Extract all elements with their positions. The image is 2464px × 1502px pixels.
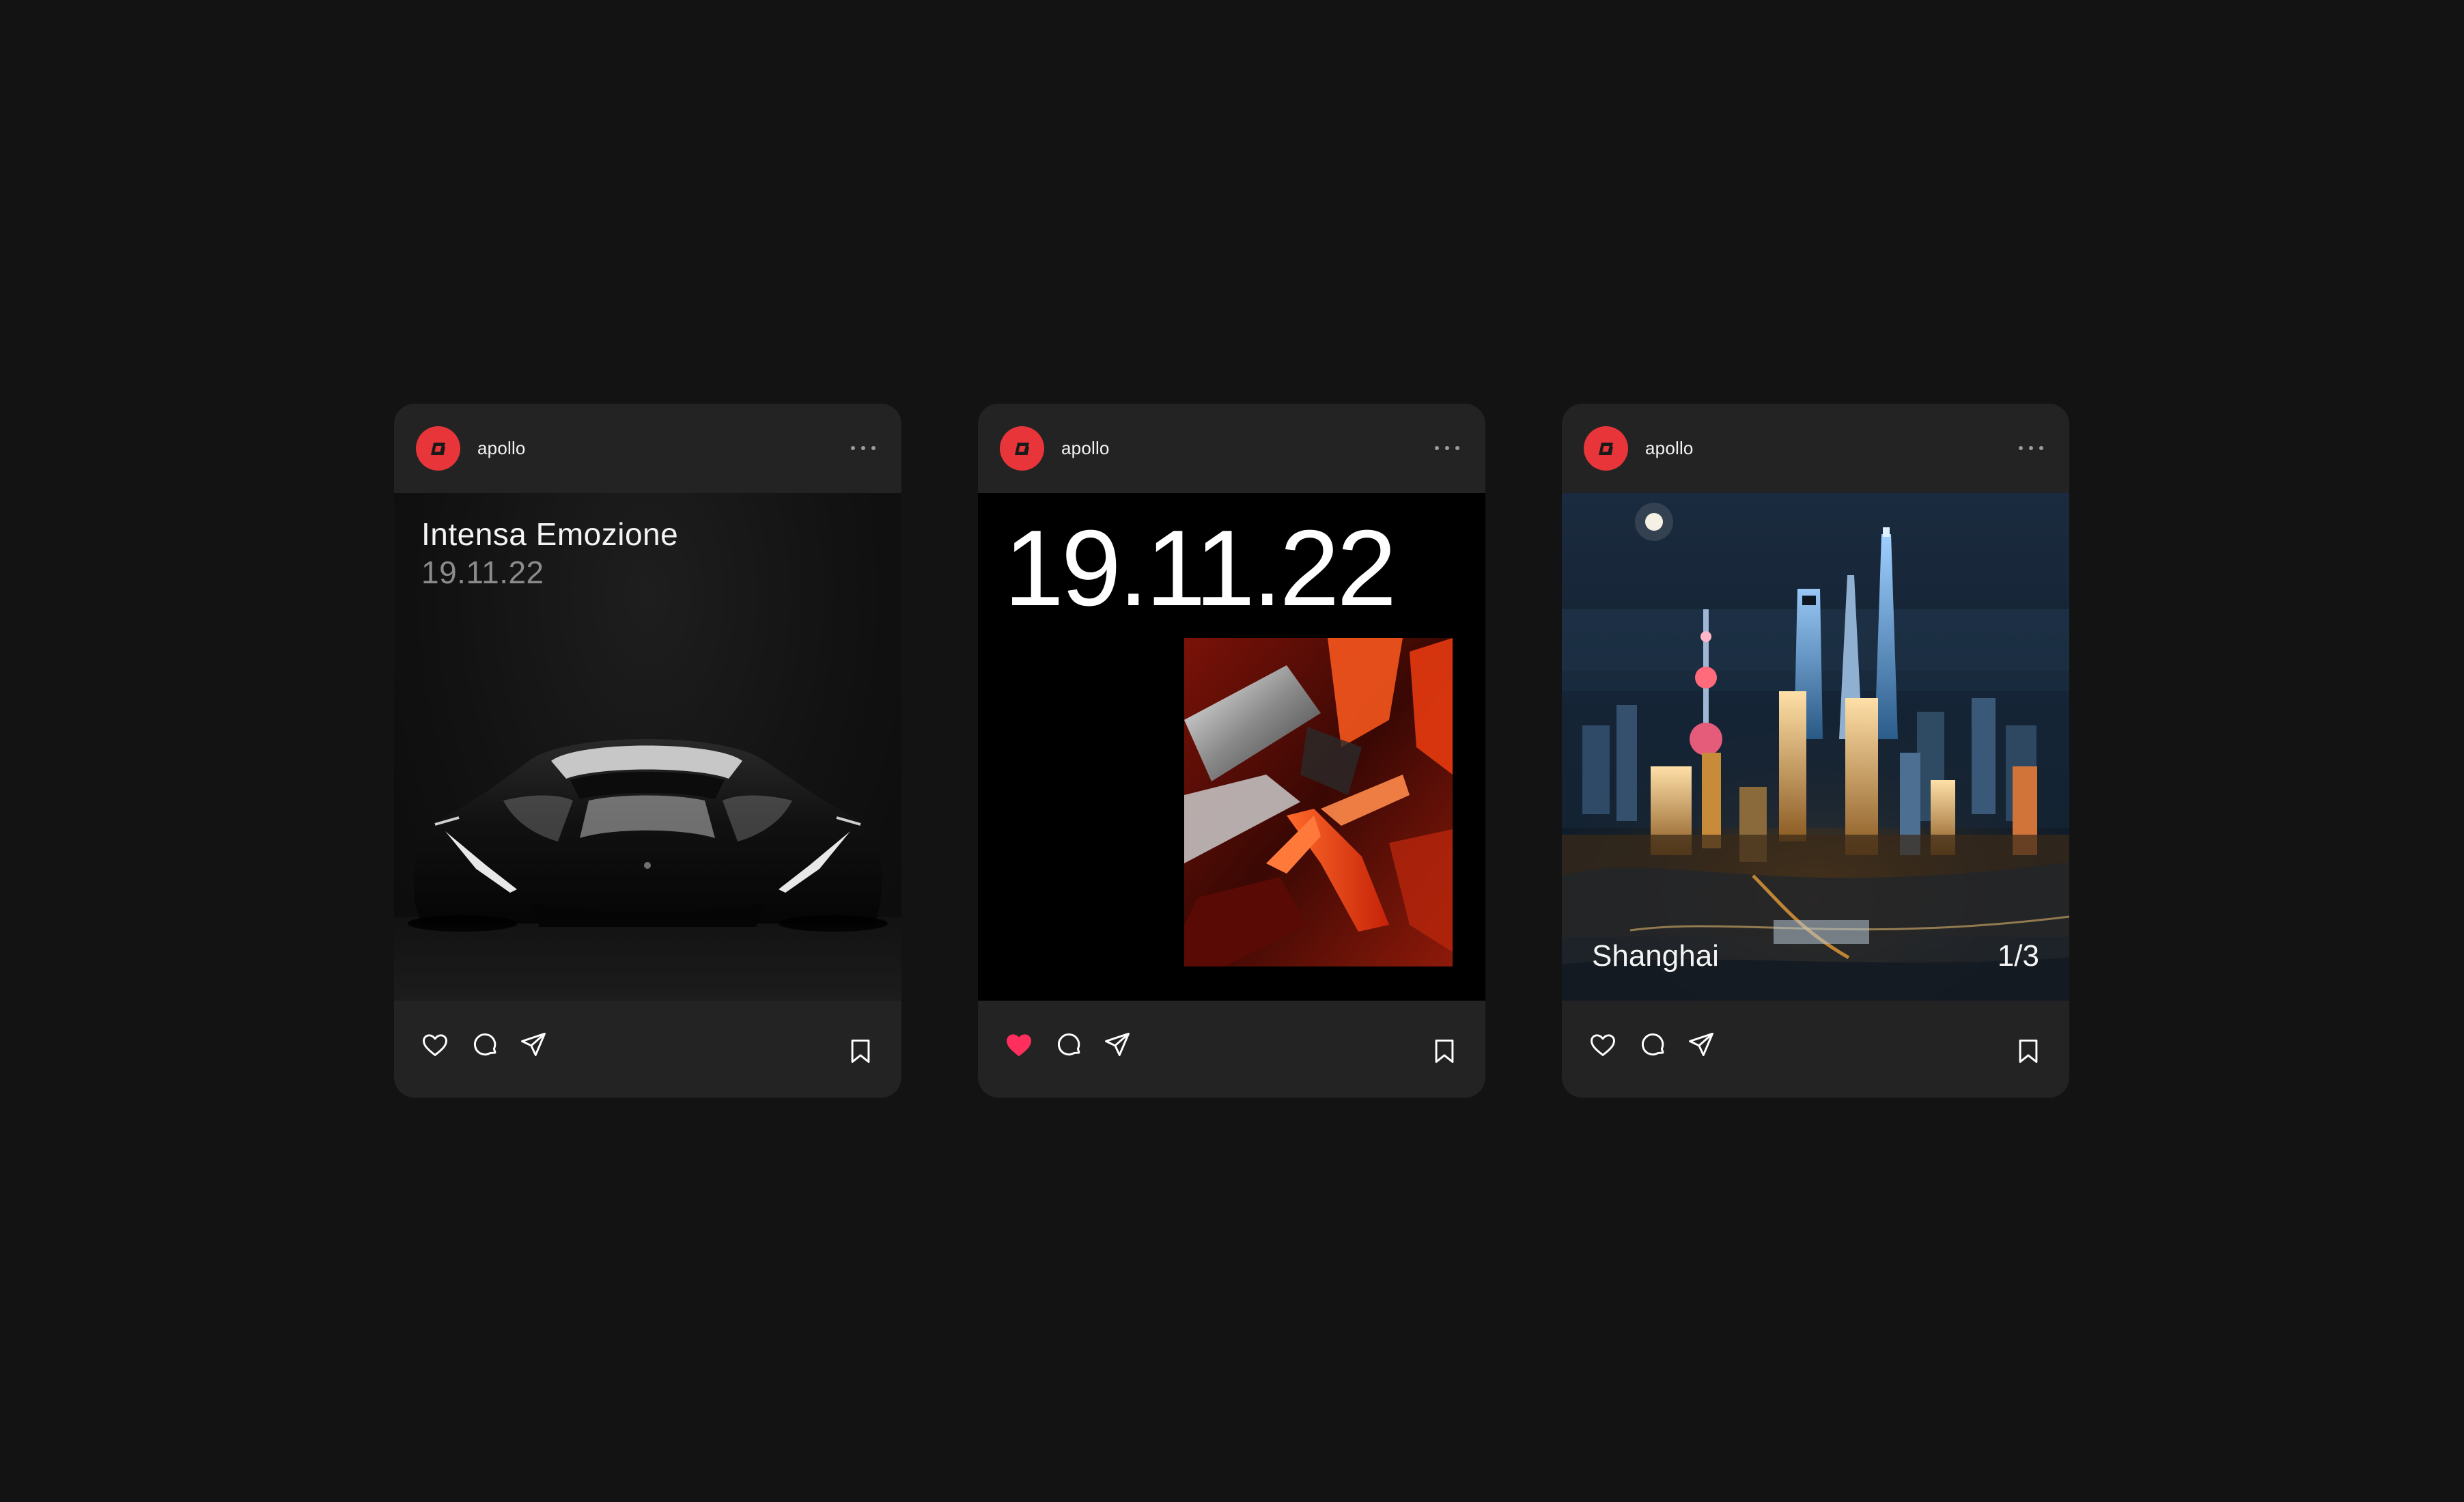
username[interactable]: apollo [1645, 436, 1694, 460]
apollo-logo-icon [430, 442, 445, 455]
post-header: apollo [1562, 404, 2069, 493]
post-image[interactable]: 19.11.22 [978, 493, 1485, 1001]
post-actions [1562, 1001, 2069, 1098]
post-title: Intensa Emozione [421, 516, 679, 552]
save-button[interactable] [2013, 1036, 2043, 1066]
post-card: apollo Shanghai 1/3 [1562, 404, 2069, 1098]
apollo-logo-icon [1598, 442, 1613, 455]
post-caption: Shanghai [1592, 939, 1719, 973]
post-image[interactable]: Intensa Emozione 19.11.22 [394, 493, 901, 1001]
abstract-red-image [1184, 638, 1453, 966]
share-button[interactable] [518, 1029, 548, 1059]
like-button[interactable] [1004, 1029, 1034, 1059]
post-header: apollo [394, 404, 901, 493]
post-card: apollo 19.11.22 [978, 404, 1485, 1098]
comment-icon [1642, 1033, 1664, 1056]
bookmark-icon [1435, 1039, 1454, 1063]
send-icon [1105, 1032, 1130, 1057]
save-button[interactable] [845, 1036, 876, 1066]
post-image[interactable]: Shanghai 1/3 [1562, 493, 2069, 1001]
carousel-page-indicator: 1/3 [1997, 939, 2039, 973]
comment-icon [1058, 1033, 1080, 1056]
send-icon [521, 1032, 546, 1057]
city-skyline-image [1562, 503, 2069, 1001]
bookmark-icon [851, 1039, 870, 1063]
like-button[interactable] [420, 1029, 450, 1059]
username[interactable]: apollo [1061, 436, 1110, 460]
post-card: apollo Intensa Emozione 19.11.22 [394, 404, 901, 1098]
avatar[interactable] [416, 426, 460, 471]
post-actions [978, 1001, 1485, 1098]
comment-button[interactable] [470, 1029, 500, 1059]
post-header: apollo [978, 404, 1485, 493]
bookmark-icon [2019, 1039, 2038, 1063]
save-button[interactable] [1429, 1036, 1459, 1066]
more-options-icon[interactable] [2019, 440, 2043, 456]
like-button[interactable] [1588, 1029, 1618, 1059]
more-options-icon[interactable] [1435, 440, 1459, 456]
avatar[interactable] [1584, 426, 1628, 471]
post-actions [394, 1001, 901, 1098]
heart-icon [423, 1034, 447, 1057]
share-button[interactable] [1686, 1029, 1716, 1059]
avatar[interactable] [1000, 426, 1044, 471]
apollo-logo-icon [1014, 442, 1029, 455]
comment-button[interactable] [1638, 1029, 1668, 1059]
share-button[interactable] [1102, 1029, 1132, 1059]
post-date: 19.11.22 [1004, 508, 1397, 628]
comment-button[interactable] [1054, 1029, 1084, 1059]
post-date: 19.11.22 [421, 555, 544, 590]
heart-filled-icon [1007, 1034, 1031, 1057]
supercar-image [394, 739, 901, 1001]
comment-icon [474, 1033, 496, 1056]
username[interactable]: apollo [477, 436, 526, 460]
send-icon [1689, 1032, 1713, 1057]
heart-icon [1591, 1034, 1615, 1057]
page: { "accent_color": "#e8353a", "like_activ… [0, 0, 2464, 1502]
more-options-icon[interactable] [851, 440, 876, 456]
